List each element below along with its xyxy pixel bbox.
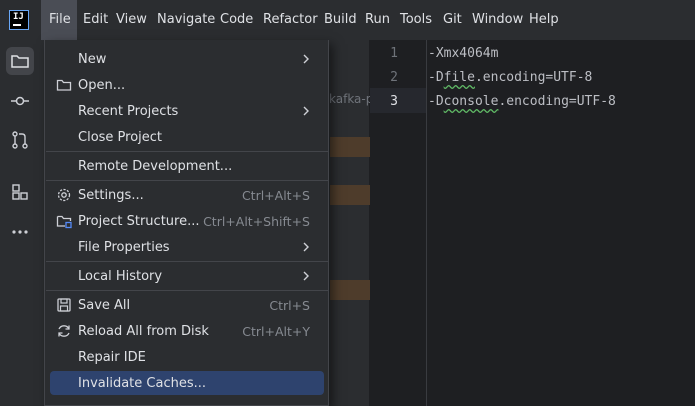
menu-file[interactable]: File [49,12,71,27]
code-text: -D [428,94,444,109]
shortcut-label: Ctrl+Alt+Y [242,324,310,339]
menu-item-label: Settings... [78,188,144,203]
menu-item-label: Project Structure... [78,214,200,229]
menu-item-new[interactable]: New [50,47,324,71]
project-highlight-row [330,280,370,300]
typo-word: console [443,94,499,109]
line-number: 2 [390,70,398,85]
menu-item-label: Open... [78,78,126,93]
pull-requests-tool-button[interactable] [6,126,34,154]
menu-item-label: Local History [78,269,163,284]
project-structure-icon [56,215,72,229]
chevron-right-icon [303,271,309,281]
menu-separator [46,151,329,152]
main-menubar: IJ File Edit View Navigate Code Refactor… [0,0,695,40]
code-text: .encoding=UTF-8 [474,70,593,85]
shortcut-label: Ctrl+S [269,298,310,313]
shortcut-label: Ctrl+Alt+Shift+S [203,214,310,229]
typo-word: file [443,70,475,85]
menu-item-label: New [78,52,107,67]
menu-run[interactable]: Run [365,12,390,27]
menu-code[interactable]: Code [220,12,253,27]
commit-tool-button[interactable] [6,87,34,115]
more-tools-button[interactable] [6,218,34,246]
menu-git[interactable]: Git [443,12,462,27]
menu-view[interactable]: View [116,12,147,27]
chevron-right-icon [303,242,309,252]
project-highlight-row [330,137,370,157]
left-tool-strip [0,40,40,406]
menu-separator [46,261,329,262]
commit-icon [11,96,29,106]
menu-item-label: Repair IDE [78,350,146,365]
intellij-logo-icon[interactable]: IJ [9,10,29,30]
line-number: 1 [390,46,398,61]
line-number: 3 [390,94,398,109]
menu-item-save-all[interactable]: Save All Ctrl+S [50,293,324,317]
menu-navigate[interactable]: Navigate [157,12,215,27]
menu-item-label: Reload All from Disk [78,324,209,339]
menu-item-local-history[interactable]: Local History [50,264,324,288]
more-dots-icon [12,230,28,234]
folder-icon [11,55,29,68]
reload-icon [58,325,70,337]
project-highlight-row [330,185,370,205]
code-text: -Xmx4064m [428,46,499,61]
menu-item-settings[interactable]: Settings... Ctrl+Alt+S [50,183,324,207]
menu-item-file-properties[interactable]: File Properties [50,235,324,259]
menu-item-remote-development[interactable]: Remote Development... [50,154,324,178]
menu-item-label: Save All [78,298,131,313]
menu-edit[interactable]: Edit [83,12,108,27]
chevron-right-icon [303,54,309,64]
code-text: -D [428,70,444,85]
menu-separator [46,180,329,181]
menu-item-open[interactable]: Open... [50,73,324,97]
menu-refactor[interactable]: Refactor [263,12,318,27]
menu-item-repair-ide[interactable]: Repair IDE [50,345,324,369]
menu-build[interactable]: Build [324,12,357,27]
menu-tools[interactable]: Tools [400,12,432,27]
folder-open-icon [56,79,72,91]
menu-item-reload-all[interactable]: Reload All from Disk Ctrl+Alt+Y [50,319,324,343]
project-tool-button[interactable] [6,47,34,75]
menu-separator [46,290,329,291]
gear-icon [57,188,71,202]
chevron-right-icon [303,106,309,116]
project-tree-text: kafka-p [329,92,374,106]
menu-item-label: Close Project [78,130,163,145]
shortcut-label: Ctrl+Alt+S [241,188,310,203]
code-text: .encoding=UTF-8 [498,94,616,109]
menu-item-project-structure[interactable]: Project Structure... Ctrl+Alt+Shift+S [50,209,324,233]
menu-item-label: Recent Projects [78,104,179,119]
structure-icon [12,184,28,200]
menu-item-close-project[interactable]: Close Project [50,125,324,149]
menu-help[interactable]: Help [529,12,559,27]
pull-request-icon [12,131,28,149]
menu-item-label: File Properties [78,240,170,255]
menu-item-label: Remote Development... [78,159,233,174]
code-line-2[interactable]: -Dfile.encoding=UTF-8 [428,70,592,85]
file-dropdown-menu: New Open... Recent Projects Close Projec… [44,40,329,406]
menu-item-invalidate-caches[interactable]: Invalidate Caches... [50,371,324,395]
menu-window[interactable]: Window [472,12,523,27]
code-line-3[interactable]: -Dconsole.encoding=UTF-8 [428,94,616,109]
save-icon [57,298,71,312]
code-line-1[interactable]: -Xmx4064m [428,46,498,61]
structure-tool-button[interactable] [6,178,34,206]
menu-item-label: Invalidate Caches... [78,376,207,391]
menu-item-recent-projects[interactable]: Recent Projects [50,99,324,123]
